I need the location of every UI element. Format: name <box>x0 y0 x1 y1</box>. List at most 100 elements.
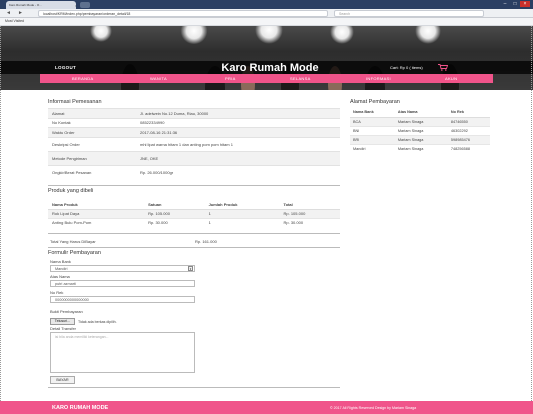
column-header: Jumlah Produk <box>204 200 280 210</box>
file-browse-button[interactable]: Telusuri... <box>50 318 75 325</box>
footer-brand: KARO RUMAH MODE <box>52 405 109 411</box>
owner-input[interactable]: putri azmarti <box>50 280 195 287</box>
browser-toolbar: ◄ ► localhost/KRM/index.php/pembayaran/o… <box>0 9 533 18</box>
main-menu: BERANDA WANITA PRIA SELANSA INFORMASI AK… <box>40 74 493 83</box>
menu-item-akun[interactable]: AKUN <box>445 76 457 81</box>
divider <box>48 233 340 234</box>
bank-owner: Mariam Sinaga <box>394 116 448 126</box>
order-info-key: Deskripsi Order <box>48 136 136 151</box>
bank-name: BRI <box>350 134 395 144</box>
column-header: Total <box>279 200 340 210</box>
order-detail-content: Informasi Pemesanan Alamat Jl. adelwein … <box>40 90 493 390</box>
divider <box>48 387 340 388</box>
bank-info-table: Nama Bank Atas Nama No Rek BCA Mariam Si… <box>350 108 490 153</box>
bank-name: BCA <box>350 116 395 126</box>
order-info-key: Alamat <box>48 108 136 118</box>
order-info-value: 2017-08-16 21:31:36 <box>136 127 340 137</box>
site-header: LOGOUT Karo Rumah Mode Cart: Rp 0 ( item… <box>0 26 533 90</box>
total-value: Rp. 161.000 <box>195 239 217 244</box>
menu-item-pria[interactable]: PRIA <box>225 76 236 81</box>
bank-owner: Mariam Sinaga <box>394 143 448 153</box>
product-name: Rok Lipat Daya <box>48 208 145 218</box>
table-row: Metode Pengiriman JNE, OKE <box>48 150 340 165</box>
menu-item-informasi[interactable]: INFORMASI <box>366 76 391 81</box>
table-row: No Kontak 08522334990 <box>48 117 340 128</box>
browser-search-input[interactable]: Search <box>334 10 484 17</box>
table-header-row: Nama Produk Satuan Jumlah Produk Total <box>48 200 340 210</box>
table-row: Anting Bulu Pom-Pom Rp. 30.000 1 Rp. 30.… <box>48 217 340 227</box>
order-info-value: 08522334990 <box>136 117 340 128</box>
browser-tab[interactable]: Karo Rumah Mode - O... × <box>6 1 76 9</box>
product-total: Rp. 105.000 <box>279 208 340 218</box>
page-border-right <box>531 26 532 401</box>
divider <box>48 185 340 186</box>
table-row: BCA Mariam Sinaga 84746550 <box>350 116 490 126</box>
account-input[interactable]: 0000000000000000 <box>50 296 195 303</box>
order-info-value: Rp. 26.000/1000gr <box>136 164 340 179</box>
chevron-down-icon[interactable]: ▾ <box>188 266 193 271</box>
back-icon[interactable]: ◄ <box>6 10 11 16</box>
product-qty: 1 <box>204 208 280 218</box>
site-footer: KARO RUMAH MODE © 2017 All Rights Reserv… <box>0 401 533 414</box>
bank-owner: Mariam Sinaga <box>394 125 448 135</box>
maximize-icon[interactable]: □ <box>510 1 520 7</box>
bank-account: 748256588 <box>447 143 490 153</box>
cart-icon[interactable] <box>438 64 448 71</box>
bank-select[interactable]: Mandiri ▾ <box>50 265 195 272</box>
menu-item-wanita[interactable]: WANITA <box>150 76 167 81</box>
bank-select-value: Mandiri <box>55 267 68 271</box>
forward-icon[interactable]: ► <box>18 10 23 16</box>
pay-button[interactable]: BAYAR <box>50 376 75 384</box>
footer-copyright: © 2017 All Rights Reserved Design by Mar… <box>330 406 417 410</box>
column-header: Atas Nama <box>394 108 448 118</box>
page-border-left <box>0 26 1 401</box>
table-row: Waktu Order 2017-08-16 21:31:36 <box>48 127 340 137</box>
menu-item-beranda[interactable]: BERANDA <box>72 76 93 81</box>
product-total: Rp. 30.000 <box>279 217 340 227</box>
minimize-icon[interactable]: – <box>500 1 510 7</box>
site-brand[interactable]: Karo Rumah Mode <box>185 62 355 74</box>
address-bar[interactable]: localhost/KRM/index.php/pembayaran/order… <box>38 10 328 17</box>
table-row: Rok Lipat Daya Rp. 105.000 1 Rp. 105.000 <box>48 208 340 218</box>
table-row: Mandiri Mariam Sinaga 748256588 <box>350 143 490 153</box>
bank-account: 598985476 <box>447 134 490 144</box>
product-name: Anting Bulu Pom-Pom <box>48 217 145 227</box>
order-info-value: JNE, OKE <box>136 150 340 165</box>
new-tab-button[interactable] <box>80 2 90 8</box>
tab-title: Karo Rumah Mode - O... <box>9 3 42 7</box>
order-info-key: Ongkir/Berat Pesanan <box>48 164 136 179</box>
bank-account: 46302292 <box>447 125 490 135</box>
product-price: Rp. 30.000 <box>144 217 205 227</box>
detail-textarea[interactable]: isi bila anda memiliki keterangan... <box>50 332 195 373</box>
bank-info-title: Alamat Pembayaran <box>350 99 400 105</box>
close-window-icon[interactable]: × <box>520 1 530 7</box>
tab-close-icon[interactable]: × <box>75 3 76 8</box>
browser-tab-bar: Karo Rumah Mode - O... × – □ × <box>0 0 533 9</box>
bank-name: BNI <box>350 125 395 135</box>
bookmarks-bar: Most Visited <box>0 18 533 26</box>
table-row: Ongkir/Berat Pesanan Rp. 26.000/1000gr <box>48 164 340 179</box>
logout-link[interactable]: LOGOUT <box>55 65 76 70</box>
table-row: BRI Mariam Sinaga 598985476 <box>350 134 490 144</box>
total-label: Total Yang Harus DiBayar <box>50 239 96 244</box>
bookmark-most-visited[interactable]: Most Visited <box>5 19 24 23</box>
file-status: Tidak ada berkas dipilih. <box>78 320 117 324</box>
order-info-value: Jl. adelwein No.12 Duma, Riau, 30000 <box>136 108 340 118</box>
order-info-value: mhl lipat warna hitam 1 dan anting pom p… <box>136 136 340 151</box>
menu-item-selansa[interactable]: SELANSA <box>290 76 311 81</box>
table-row: BNI Mariam Sinaga 46302292 <box>350 125 490 135</box>
cart-summary[interactable]: Cart: Rp 0 ( items) <box>390 65 423 70</box>
proof-field-label: Bukti Pembayaran <box>50 309 83 314</box>
order-info-title: Informasi Pemesanan <box>48 99 102 105</box>
bank-field-label: Nama Bank <box>50 259 71 264</box>
order-info-table: Alamat Jl. adelwein No.12 Duma, Riau, 30… <box>48 108 340 179</box>
order-info-key: Metode Pengiriman <box>48 150 136 165</box>
column-header: Satuan <box>144 200 205 210</box>
divider <box>48 247 340 248</box>
order-info-key: Waktu Order <box>48 127 136 137</box>
header-top-bar: LOGOUT Karo Rumah Mode Cart: Rp 0 ( item… <box>0 61 533 74</box>
table-header-row: Nama Bank Atas Nama No Rek <box>350 108 490 118</box>
table-row: Alamat Jl. adelwein No.12 Duma, Riau, 30… <box>48 108 340 118</box>
table-row: Deskripsi Order mhl lipat warna hitam 1 … <box>48 136 340 151</box>
order-info-key: No Kontak <box>48 117 136 128</box>
